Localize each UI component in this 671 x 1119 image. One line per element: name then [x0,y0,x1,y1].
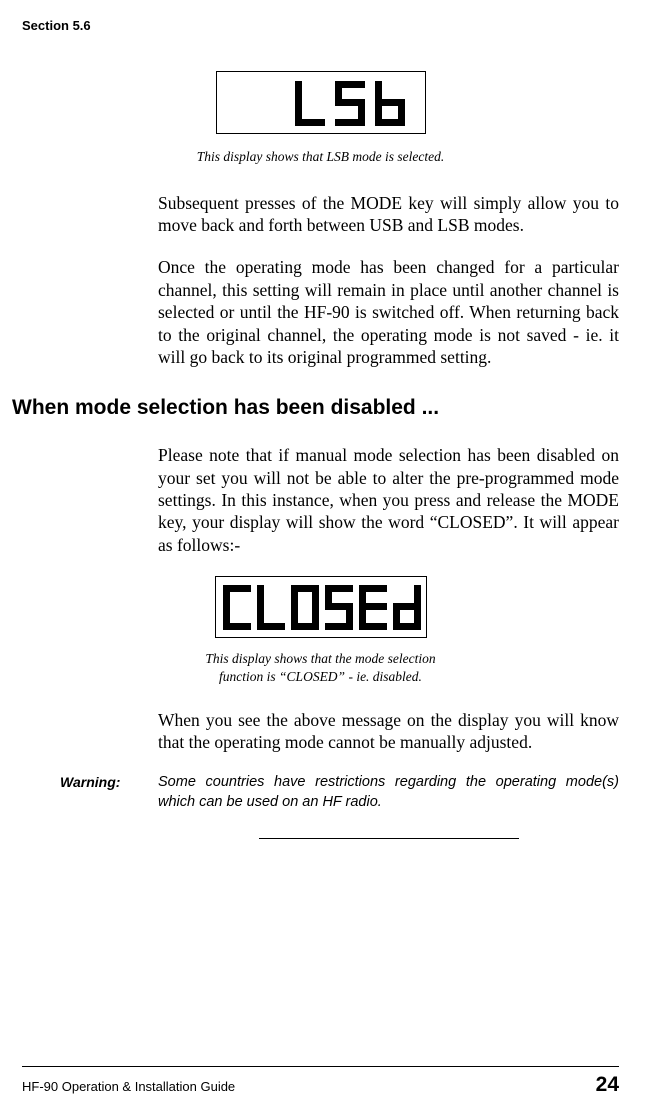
lcd-display-lsb [216,71,426,134]
page-footer: HF-90 Operation & Installation Guide 24 [22,1066,619,1097]
section-header: Section 5.6 [22,18,619,33]
lcd-closed-svg [221,583,421,631]
paragraph-3: Please note that if manual mode selectio… [158,444,619,556]
lcd-display-closed [215,576,427,638]
paragraph-1: Subsequent presses of the MODE key will … [158,192,619,237]
warning-label: Warning: [22,773,158,811]
lcd-lsb-svg [293,79,413,127]
warning-block: Warning: Some countries have restriction… [22,773,619,811]
paragraph-4: When you see the above message on the di… [158,709,619,754]
horizontal-rule [259,838,519,839]
subsection-heading: When mode selection has been disabled ..… [12,396,619,420]
lcd2-caption: This display shows that the mode selecti… [191,650,451,686]
footer-line [22,1066,619,1067]
warning-text: Some countries have restrictions regardi… [158,773,619,811]
lcd1-caption: This display shows that LSB mode is sele… [22,148,619,166]
paragraph-2: Once the operating mode has been changed… [158,256,619,368]
footer-page-number: 24 [596,1073,619,1097]
footer-title: HF-90 Operation & Installation Guide [22,1079,235,1094]
